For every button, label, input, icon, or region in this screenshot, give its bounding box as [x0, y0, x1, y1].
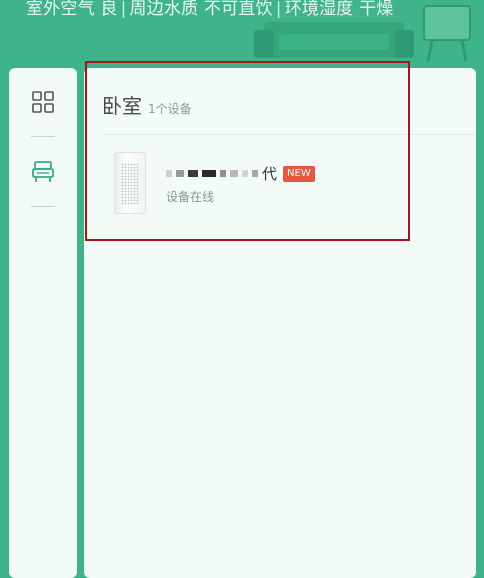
sidebar: [9, 68, 77, 578]
device-count: 1个设备: [148, 102, 192, 116]
outdoor-air-status: 室外空气 良: [26, 0, 118, 19]
air-purifier-image: [114, 152, 146, 214]
device-name: 代 NEW: [166, 163, 315, 184]
device-status: 设备在线: [166, 190, 215, 204]
device-name-suffix: 代: [262, 165, 278, 183]
sidebar-item-all-devices[interactable]: [27, 86, 59, 118]
bedroom-icon: [32, 161, 54, 182]
header-banner: 室外空气 良 | 周边水质 不可直饮 | 环境湿度 干燥: [0, 0, 484, 62]
room-panel: 卧室 1个设备 代 NEW 设备在线: [84, 68, 476, 578]
room-divider: [102, 134, 476, 135]
sidebar-divider: [31, 136, 55, 137]
redacted-device-name: [166, 170, 262, 177]
sidebar-divider: [31, 206, 55, 207]
grid-icon: [32, 91, 54, 113]
device-card[interactable]: 代 NEW 设备在线: [104, 148, 464, 218]
new-badge: NEW: [283, 165, 315, 182]
room-header: 卧室 1个设备: [102, 90, 192, 119]
room-name: 卧室: [102, 94, 142, 118]
living-room-illustration: [254, 5, 471, 62]
sidebar-item-bedroom[interactable]: [27, 156, 59, 188]
